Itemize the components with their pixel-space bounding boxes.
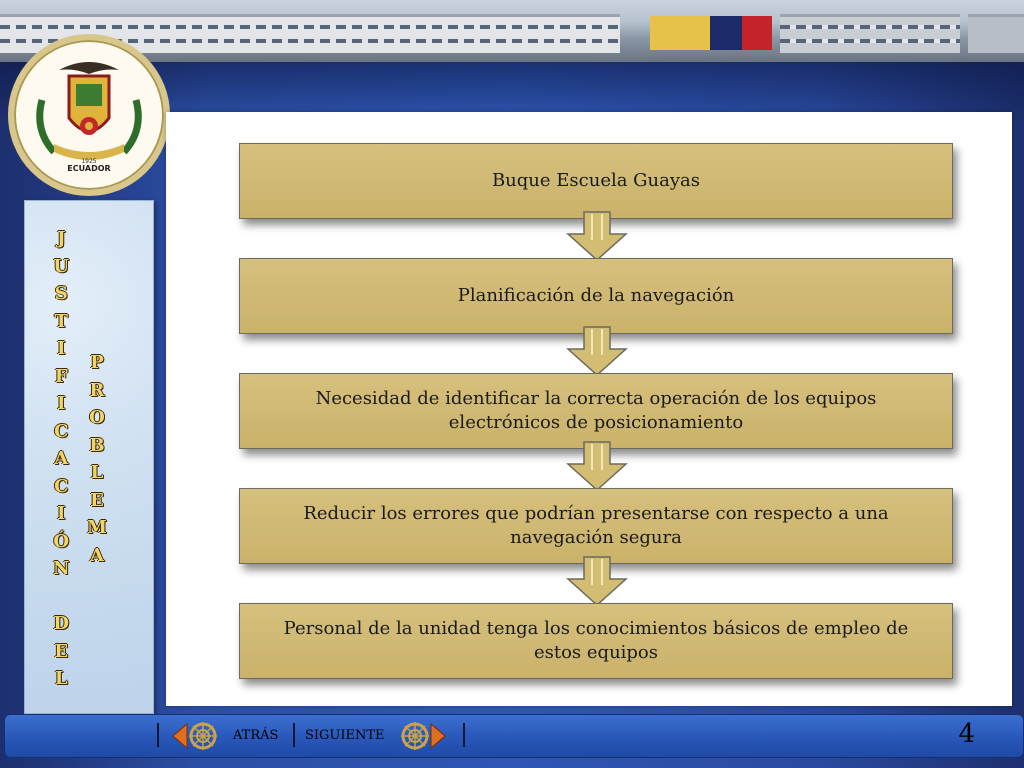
vertical-letter: T — [54, 310, 68, 332]
vertical-letter: E — [54, 640, 69, 662]
navy-emblem-logo: 1925 ECUADOR — [8, 34, 170, 196]
flow-step-text: Buque Escuela Guayas — [491, 170, 701, 191]
separator — [157, 723, 159, 747]
flag-yellow — [650, 16, 710, 50]
flag-red — [742, 16, 772, 50]
vertical-letter: O — [89, 407, 105, 428]
flow-step-5: Personal de la unidad tenga los conocimi… — [239, 603, 953, 679]
vertical-letter: Ó — [53, 530, 70, 552]
vertical-letter: B — [89, 434, 105, 456]
vertical-word-problema: PROBLEMA — [87, 349, 107, 569]
page-number: 4 — [958, 719, 975, 749]
vertical-letter: C — [54, 420, 69, 442]
next-label[interactable]: SIGUIENTE — [305, 728, 385, 743]
flow-step-4: Reducir los errores que podrían presenta… — [239, 488, 953, 564]
flag-blue — [710, 16, 742, 50]
main-content-panel: Buque Escuela Guayas Planificación de la… — [166, 112, 1012, 706]
flow-step-1: Buque Escuela Guayas — [239, 143, 953, 219]
building-far-right — [968, 14, 1024, 53]
footer-nav-bar: ATRÁS SIGUIENTE 4 — [4, 714, 1024, 758]
vertical-word-justificacion-del: JUSTIFICACIÓNDEL — [53, 225, 69, 693]
next-button[interactable] — [399, 720, 447, 752]
flow-step-text: Reducir los errores que podrían presenta… — [303, 503, 889, 548]
building-right — [780, 14, 960, 53]
vertical-letter: D — [53, 613, 70, 634]
vertical-letter: I — [57, 338, 66, 359]
separator — [293, 723, 295, 747]
down-arrow-icon — [566, 556, 628, 607]
vertical-letter: L — [54, 668, 68, 689]
vertical-letter: E — [90, 489, 104, 511]
vertical-letter: I — [57, 503, 66, 524]
flow-step-text: Personal de la unidad tenga los conocimi… — [283, 618, 909, 663]
down-arrow-icon — [566, 326, 628, 377]
back-label[interactable]: ATRÁS — [233, 728, 278, 743]
vertical-title-panel: JUSTIFICACIÓNDEL PROBLEMA — [24, 200, 154, 714]
flow-step-text: Necesidad de identificar la correcta ope… — [315, 388, 877, 433]
vertical-letter: F — [54, 365, 68, 387]
down-arrow-icon — [566, 211, 628, 262]
back-button[interactable] — [171, 720, 219, 752]
vertical-letter: R — [89, 379, 105, 401]
vertical-letter: U — [53, 255, 70, 277]
emblem-country-text: ECUADOR — [67, 164, 110, 173]
vertical-letter: S — [54, 283, 68, 304]
vertical-letter: A — [54, 448, 69, 469]
vertical-letter: N — [53, 558, 70, 579]
vertical-letter: I — [57, 393, 66, 414]
flow-step-2: Planificación de la navegación — [239, 258, 953, 334]
vertical-letter: J — [56, 228, 66, 249]
flow-step-text: Planificación de la navegación — [457, 285, 735, 306]
vertical-letter: L — [90, 462, 104, 483]
down-arrow-icon — [566, 441, 628, 492]
vertical-letter: P — [90, 352, 104, 373]
separator — [463, 723, 465, 747]
vertical-letter: M — [87, 517, 107, 538]
vertical-letter: A — [89, 544, 104, 566]
vertical-letter: C — [54, 475, 69, 497]
flow-step-3: Necesidad de identificar la correcta ope… — [239, 373, 953, 449]
